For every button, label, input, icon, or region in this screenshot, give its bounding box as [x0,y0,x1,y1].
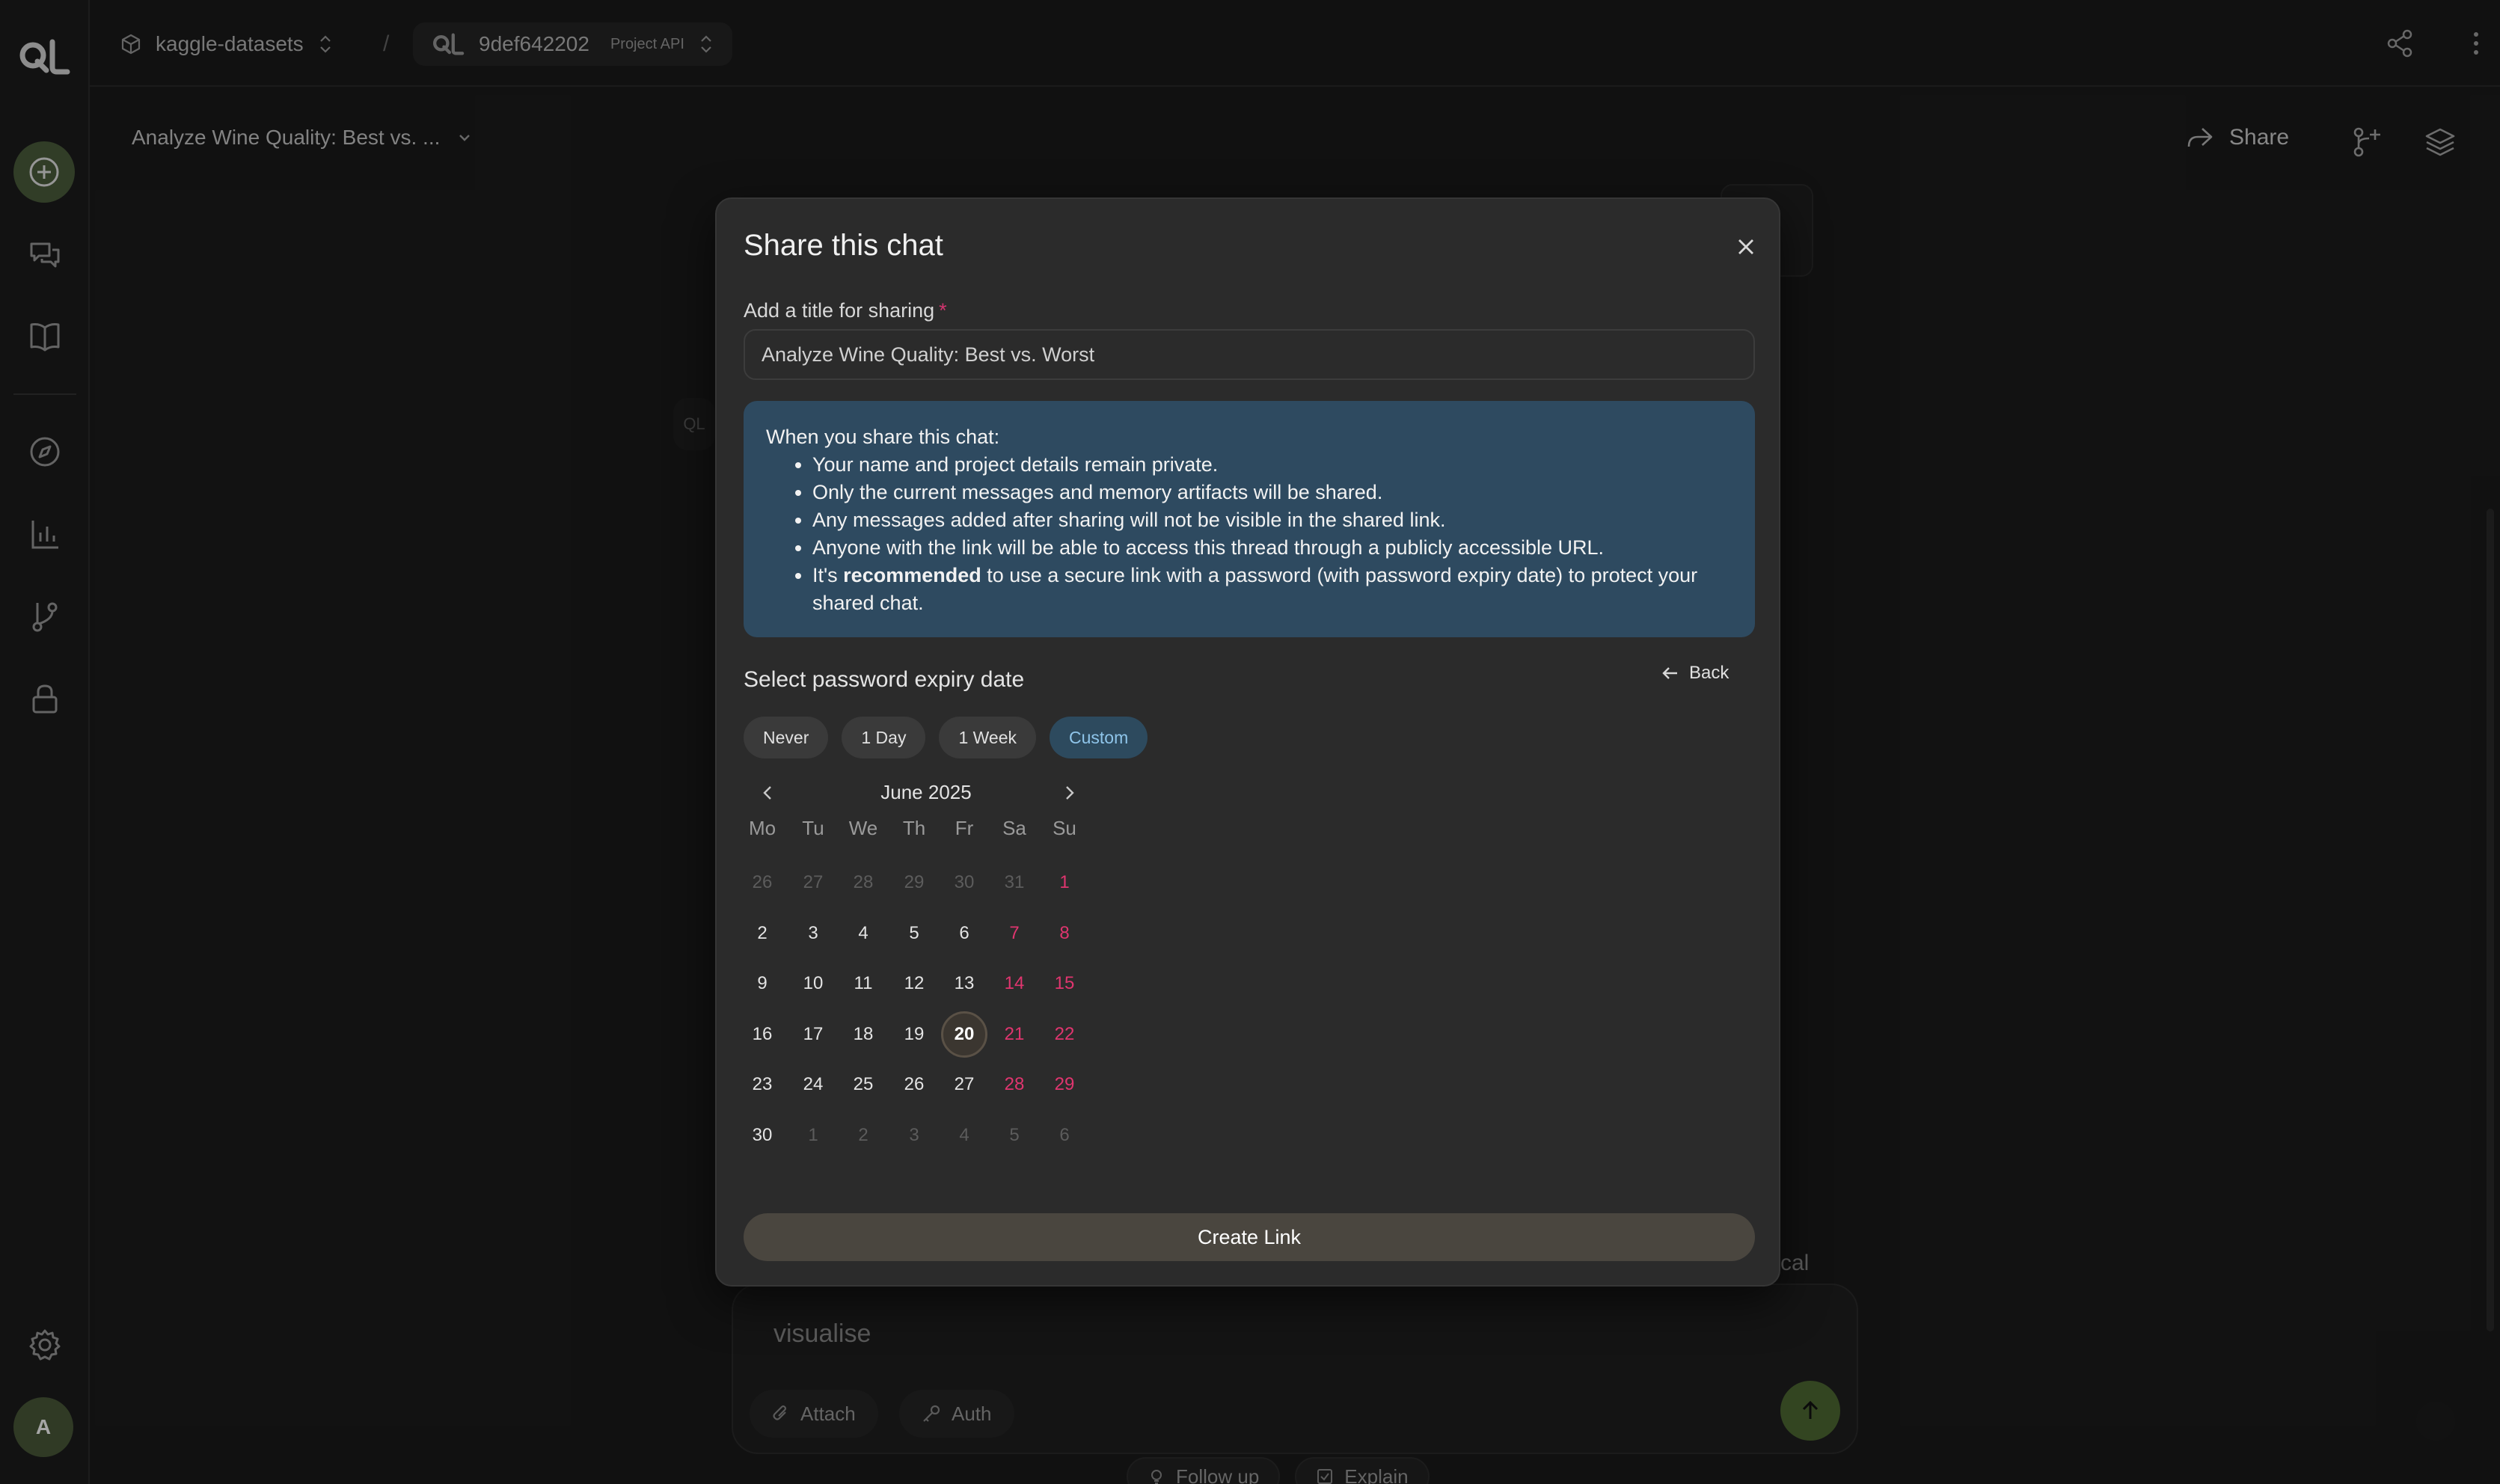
calendar-day[interactable]: 16 [739,1011,785,1058]
expiry-presets: Never 1 Day 1 Week Custom [744,717,1148,758]
preset-1-day[interactable]: 1 Day [842,717,926,758]
calendar-day[interactable]: 2 [739,910,785,957]
info-heading: When you share this chat: [766,426,1000,448]
share-title-input[interactable] [744,329,1755,380]
calendar-day[interactable]: 22 [1041,1011,1088,1058]
prev-month-button[interactable] [753,778,782,808]
close-icon [1738,239,1753,254]
calendar-day[interactable]: 29 [1041,1061,1088,1108]
info-list: Your name and project details remain pri… [812,451,1732,617]
weekday-header: Fr [955,817,974,839]
calendar-day[interactable]: 5 [891,910,937,957]
calendar-day-outside-month[interactable]: 4 [941,1112,987,1159]
calendar-day[interactable]: 26 [891,1061,937,1108]
required-mark: * [939,299,947,322]
arrow-left-icon [1662,667,1677,679]
chevron-left-icon [763,786,771,800]
calendar-day-outside-month[interactable]: 3 [891,1112,937,1159]
preset-1-week[interactable]: 1 Week [939,717,1037,758]
weekday-header: Tu [802,817,824,839]
info-emphasis: recommended [843,564,981,586]
calendar-day-outside-month[interactable]: 1 [790,1112,836,1159]
calendar-month-label: June 2025 [880,781,972,803]
weekday-header: Sa [1002,817,1026,839]
calendar-day[interactable]: 25 [840,1061,886,1108]
calendar-day-selected[interactable]: 20 [941,1011,987,1058]
calendar-day[interactable]: 27 [941,1061,987,1108]
weekday-header: We [848,817,878,839]
calendar-day[interactable]: 24 [790,1061,836,1108]
weekday-header: Th [902,817,926,839]
share-title-label: Add a title for sharing * [744,299,947,322]
preset-never[interactable]: Never [744,717,829,758]
calendar-day[interactable]: 19 [891,1011,937,1058]
calendar-day[interactable]: 15 [1041,960,1088,1007]
preset-custom[interactable]: Custom [1050,717,1148,758]
share-info-panel: When you share this chat: Your name and … [744,401,1755,637]
calendar-day[interactable]: 9 [739,960,785,1007]
create-link-button[interactable]: Create Link [744,1213,1755,1261]
calendar-day[interactable]: 30 [739,1112,785,1159]
share-chat-dialog: Share this chat Add a title for sharing *… [715,197,1780,1287]
weekday-header: Su [1053,817,1076,839]
calendar-day[interactable]: 28 [991,1061,1038,1108]
expiry-label: Select password expiry date [744,667,1025,692]
calendar-day[interactable]: 10 [790,960,836,1007]
calendar-day[interactable]: 18 [840,1011,886,1058]
calendar-day[interactable]: 13 [941,960,987,1007]
calendar-day[interactable]: 8 [1041,910,1088,957]
close-button[interactable] [1728,229,1764,265]
calendar-day-outside-month[interactable]: 26 [739,859,785,906]
info-prefix: It's [812,564,844,586]
calendar-day-outside-month[interactable]: 29 [891,859,937,906]
calendar-day[interactable]: 1 [1041,859,1088,906]
calendar-day[interactable]: 3 [790,910,836,957]
calendar-day-outside-month[interactable]: 6 [1041,1112,1088,1159]
info-item-recommendation: It's recommended to use a secure link wi… [812,562,1732,617]
calendar-day[interactable]: 21 [991,1011,1038,1058]
back-button[interactable]: Back [1661,663,1729,684]
calendar-day-outside-month[interactable]: 31 [991,859,1038,906]
dialog-title: Share this chat [744,229,943,262]
info-item: Only the current messages and memory art… [812,479,1732,506]
calendar-day[interactable]: 12 [891,960,937,1007]
calendar-day[interactable]: 17 [790,1011,836,1058]
back-label: Back [1689,663,1730,683]
calendar-day[interactable]: 14 [991,960,1038,1007]
weekday-header: Mo [748,817,776,839]
calendar-day-outside-month[interactable]: 30 [941,859,987,906]
calendar-day-outside-month[interactable]: 27 [790,859,836,906]
calendar-day[interactable]: 4 [840,910,886,957]
share-title-label-text: Add a title for sharing [744,299,935,322]
calendar-day-outside-month[interactable]: 5 [991,1112,1038,1159]
calendar-day[interactable]: 11 [840,960,886,1007]
info-item: Anyone with the link will be able to acc… [812,534,1732,562]
info-item: Any messages added after sharing will no… [812,506,1732,534]
next-month-button[interactable] [1055,778,1085,808]
chevron-right-icon [1066,786,1074,800]
calendar-day-outside-month[interactable]: 2 [840,1112,886,1159]
calendar-day-outside-month[interactable]: 28 [840,859,886,906]
calendar-day[interactable]: 7 [991,910,1038,957]
calendar-day[interactable]: 23 [739,1061,785,1108]
calendar-day[interactable]: 6 [941,910,987,957]
info-item: Your name and project details remain pri… [812,451,1732,479]
